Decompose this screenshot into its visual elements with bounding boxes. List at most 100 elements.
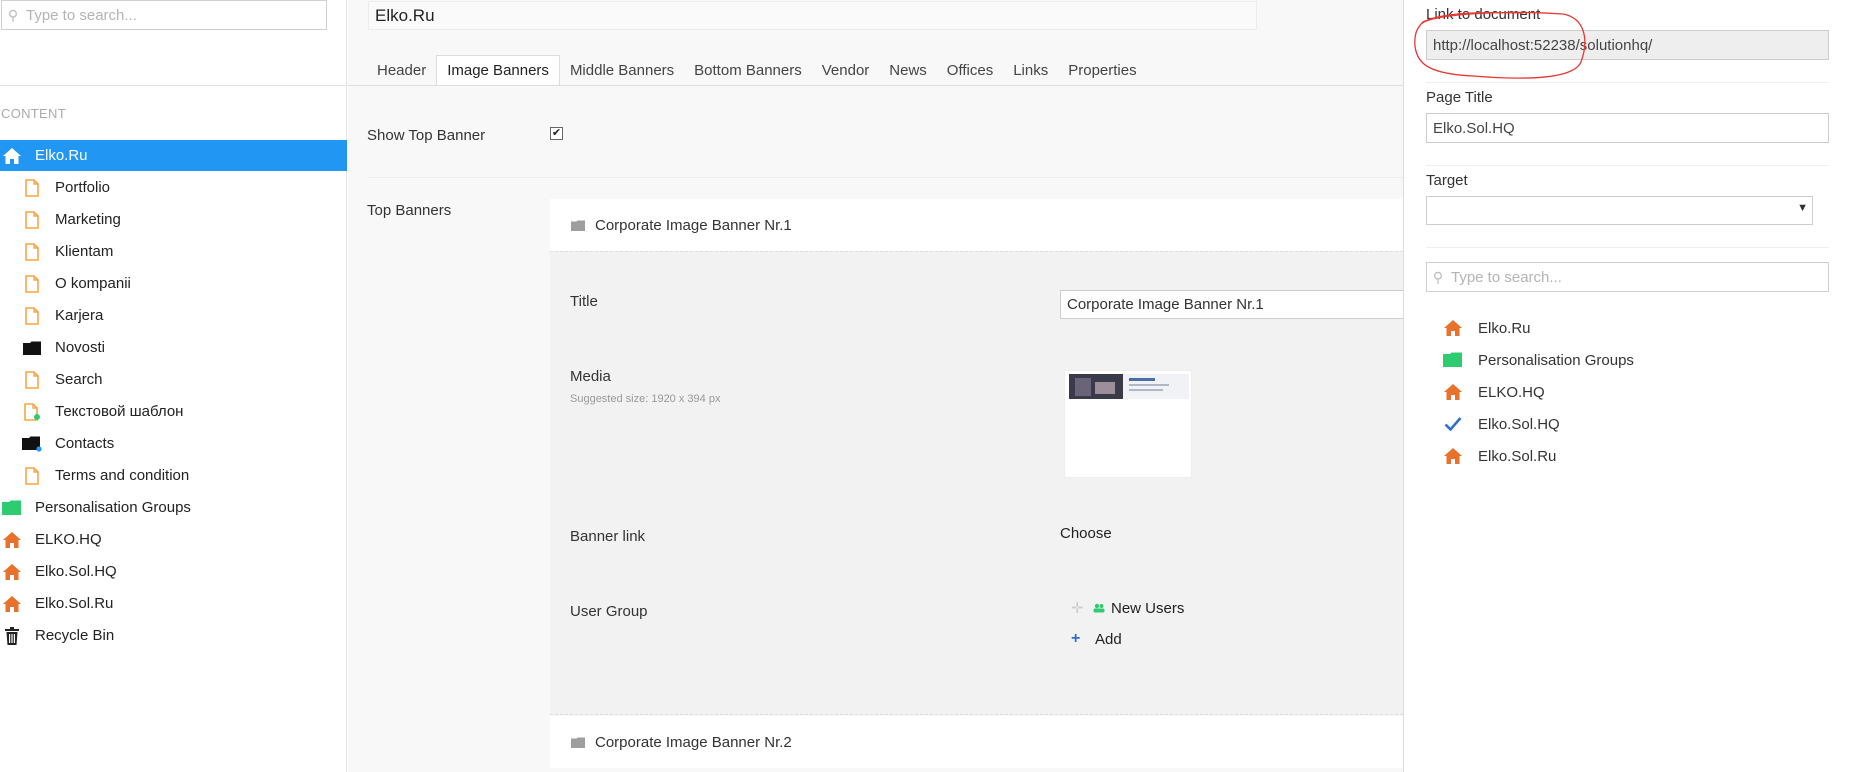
tree-item-label: Personalisation Groups — [35, 499, 191, 516]
search-icon: ⚲ — [7, 6, 19, 23]
tab-links[interactable]: Links — [1003, 55, 1058, 86]
choose-link-button[interactable]: Choose — [1060, 525, 1112, 542]
home-icon — [1442, 317, 1464, 339]
tree-item-search[interactable]: Search — [0, 364, 347, 395]
tree-item-label: Elko.Sol.HQ — [35, 563, 117, 580]
top-banners-label: Top Banners — [367, 202, 452, 219]
tab-news[interactable]: News — [879, 55, 937, 86]
document-icon — [21, 209, 43, 231]
tree-item-label: Terms and condition — [55, 467, 190, 484]
media-thumbnail[interactable] — [1064, 370, 1192, 478]
page-title-input[interactable] — [1426, 113, 1829, 143]
folder-icon — [21, 337, 43, 359]
document-plus-icon — [21, 401, 43, 423]
home-icon — [1, 561, 23, 583]
tab-middle-banners[interactable]: Middle Banners — [560, 55, 684, 86]
tree-item-label: Novosti — [55, 339, 106, 356]
tree-item-label: Search — [55, 371, 103, 388]
tree-item-elko-sol-ru[interactable]: Elko.Sol.Ru — [0, 588, 347, 619]
document-icon — [21, 177, 43, 199]
link-url-input[interactable] — [1426, 30, 1829, 60]
home-icon — [1442, 445, 1464, 467]
tree-item-elko-ru[interactable]: Elko.Ru — [0, 140, 347, 171]
picker-search-input[interactable] — [1449, 263, 1828, 291]
tree-item-elko-sol-hq[interactable]: Elko.Sol.HQ — [0, 556, 347, 587]
picker-item-label: Elko.Sol.HQ — [1478, 415, 1560, 433]
picker-item-elko-ru[interactable]: Elko.Ru — [1442, 315, 1531, 341]
tree-item-recycle-bin[interactable]: Recycle Bin — [0, 620, 347, 651]
banner-editor-body — [550, 251, 1403, 715]
tree-item-personalisation-groups[interactable]: Personalisation Groups — [0, 492, 347, 523]
tree-item-karjera[interactable]: Karjera — [0, 300, 347, 331]
tree-search-input[interactable] — [24, 1, 326, 29]
picker-item-personalisation-groups[interactable]: Personalisation Groups — [1442, 347, 1634, 373]
banner-title-input[interactable] — [1060, 290, 1403, 319]
document-icon — [21, 369, 43, 391]
users-icon — [1093, 603, 1105, 613]
home-icon — [1, 145, 23, 167]
banner-link-label: Banner link — [570, 528, 646, 545]
user-group-label: User Group — [570, 603, 648, 620]
show-top-banner-checkbox[interactable]: ✔ — [550, 127, 563, 140]
picker-divider — [1426, 247, 1829, 248]
tree-item-label: Contacts — [55, 435, 115, 452]
folder-icon — [571, 220, 585, 231]
tree-item-portfolio[interactable]: Portfolio — [0, 172, 347, 203]
picker-item-label: Personalisation Groups — [1478, 351, 1634, 369]
check-icon — [1442, 413, 1464, 435]
tree-item-label: Portfolio — [55, 179, 111, 196]
folder-icon — [21, 433, 43, 455]
tree-item-label: Karjera — [55, 307, 104, 324]
tab-properties[interactable]: Properties — [1058, 55, 1146, 86]
tree-item-terms-and-condition[interactable]: Terms and condition — [0, 460, 347, 491]
tab-header[interactable]: Header — [367, 55, 436, 86]
picker-item-elko-sol-hq[interactable]: Elko.Sol.HQ — [1442, 411, 1560, 437]
document-icon — [21, 241, 43, 263]
picker-search-box[interactable]: ⚲ — [1426, 262, 1829, 292]
tree-item-marketing[interactable]: Marketing — [0, 204, 347, 235]
section-label-content: CONTENT — [1, 106, 66, 121]
banner-header-1[interactable]: Corporate Image Banner Nr.1 — [550, 199, 1403, 251]
banner-title: Corporate Image Banner Nr.1 — [595, 216, 792, 234]
document-icon — [21, 465, 43, 487]
green-folder-icon — [1442, 349, 1464, 371]
tree-divider — [0, 85, 347, 86]
thumbnail-photo — [1069, 374, 1123, 399]
tab-image-banners[interactable]: Image Banners — [436, 55, 560, 86]
tab-offices[interactable]: Offices — [937, 55, 1003, 86]
picker-item-label: Elko.Sol.Ru — [1478, 447, 1557, 465]
drag-handle-icon[interactable]: ✛ — [1071, 599, 1093, 617]
node-name-input[interactable] — [368, 1, 1257, 30]
document-icon — [21, 305, 43, 327]
banner-title-label: Title — [570, 293, 598, 310]
tab-bottom-banners[interactable]: Bottom Banners — [684, 55, 812, 86]
tree-item-label: Текстовой шаблон — [55, 403, 184, 420]
tree-item-label: Recycle Bin — [35, 627, 115, 644]
picker-item-elko-sol-ru[interactable]: Elko.Sol.Ru — [1442, 443, 1556, 469]
show-top-banner-label: Show Top Banner — [367, 127, 486, 144]
home-icon — [1442, 381, 1464, 403]
tree-item-tekstovoy-shablon[interactable]: Текстовой шаблон — [0, 396, 347, 427]
tree-item-elko-hq[interactable]: ELKO.HQ — [0, 524, 347, 555]
banner-header-2[interactable]: Corporate Image Banner Nr.2 — [550, 716, 1403, 768]
add-label: Add — [1095, 630, 1122, 648]
user-group-name: New Users — [1111, 599, 1185, 617]
tree-item-label: Elko.Sol.Ru — [35, 595, 114, 612]
tree-item-novosti[interactable]: Novosti — [0, 332, 347, 363]
user-group-item[interactable]: ✛ New Users — [1071, 599, 1185, 618]
tab-vendor[interactable]: Vendor — [812, 55, 880, 86]
content-tree-panel: ⚲ CONTENT Elko.Ru Portfolio Marketing Kl… — [0, 0, 347, 772]
picker-item-elko-hq[interactable]: ELKO.HQ — [1442, 379, 1545, 405]
target-select[interactable]: ▼ — [1426, 196, 1813, 225]
tree-item-label: Elko.Ru — [35, 147, 88, 164]
banner-title: Corporate Image Banner Nr.2 — [595, 733, 792, 751]
tree-item-label: Marketing — [55, 211, 121, 228]
trash-icon — [1, 625, 23, 647]
search-icon: ⚲ — [1432, 268, 1444, 285]
tree-item-klientam[interactable]: Klientam — [0, 236, 347, 267]
tree-item-o-kompanii[interactable]: O kompanii — [0, 268, 347, 299]
tree-item-contacts[interactable]: Contacts — [0, 428, 347, 459]
add-user-group-button[interactable]: + Add — [1071, 630, 1122, 648]
tree-search-box[interactable]: ⚲ — [1, 0, 327, 30]
home-icon — [1, 529, 23, 551]
